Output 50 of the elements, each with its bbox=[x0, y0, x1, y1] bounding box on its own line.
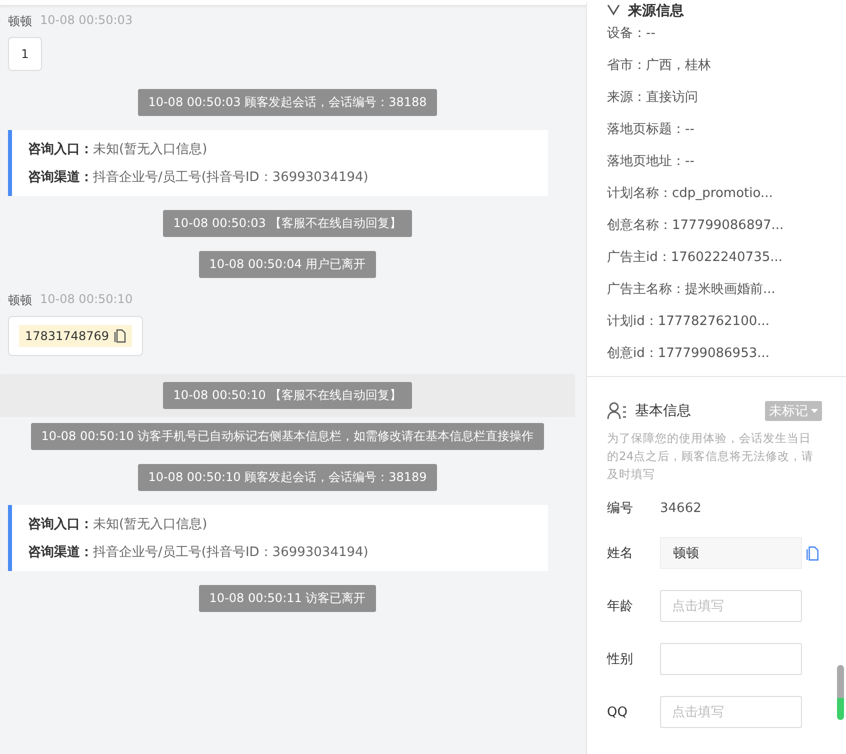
source-info-item: 广告主名称：提米映画婚前... bbox=[607, 281, 776, 299]
sender-name: 顿顿 bbox=[8, 13, 32, 30]
user-list-icon bbox=[607, 402, 627, 420]
name-field[interactable]: 顿顿 bbox=[660, 537, 802, 569]
source-info-item: 省市：广西，桂林 bbox=[607, 57, 712, 75]
message-time: 10-08 00:50:03 bbox=[40, 13, 133, 29]
scroll-indicator bbox=[837, 665, 844, 720]
source-info-item: 创意名称：177799086897... bbox=[607, 217, 785, 235]
field-label: 性别 bbox=[607, 651, 634, 668]
copy-icon[interactable] bbox=[806, 546, 819, 560]
notice-text: 为了保障您的使用体验，会话发生当日的24点之后，顾客信息将无法修改，请及时填写 bbox=[607, 430, 815, 483]
info-value: 未知(暂无入口信息) bbox=[93, 141, 208, 158]
info-label: 咨询渠道： bbox=[28, 544, 93, 561]
input-field[interactable]: 点击填写 bbox=[660, 696, 802, 728]
copy-icon[interactable] bbox=[114, 329, 126, 343]
field-label: 年龄 bbox=[607, 598, 634, 615]
phone-number: 17831748769 bbox=[19, 325, 132, 347]
source-info-item: 计划名称：cdp_promotio... bbox=[607, 185, 774, 203]
field-value: 34662 bbox=[660, 500, 702, 516]
source-info-item: 来源：直接访问 bbox=[607, 89, 699, 107]
caret-icon bbox=[811, 409, 818, 413]
info-label: 咨询入口： bbox=[28, 516, 93, 533]
system-message: 10-08 00:50:03 顾客发起会话，会话编号：38188 bbox=[138, 89, 437, 116]
source-info-item: 落地页标题：-- bbox=[607, 121, 696, 139]
info-value: 未知(暂无入口信息) bbox=[93, 516, 208, 533]
source-info-item: 创意id：177799086953... bbox=[607, 345, 771, 363]
message-bubble: 1 bbox=[8, 37, 42, 71]
message-time: 10-08 00:50:10 bbox=[40, 292, 133, 308]
system-message: 10-08 00:50:10 顾客发起会话，会话编号：38189 bbox=[138, 464, 437, 491]
field-label: QQ bbox=[607, 704, 628, 720]
field-label: 姓名 bbox=[607, 545, 634, 562]
system-message: 10-08 00:50:11 访客已离开 bbox=[199, 585, 376, 612]
section-title: 来源信息 bbox=[628, 4, 684, 18]
source-info-item: 设备：-- bbox=[607, 25, 656, 43]
section-title: 基本信息 bbox=[635, 402, 691, 420]
input-field[interactable] bbox=[660, 643, 802, 675]
sender-name: 顿顿 bbox=[8, 292, 32, 309]
info-value: 抖音企业号/员工号(抖音号ID：36993034194) bbox=[93, 544, 368, 561]
source-info-item: 落地页地址：-- bbox=[607, 153, 696, 171]
system-message: 10-08 00:50:03 【客服不在线自动回复】 bbox=[163, 210, 412, 237]
source-info-item: 广告主id：176022240735... bbox=[607, 249, 784, 267]
system-message: 10-08 00:50:10 【客服不在线自动回复】 bbox=[163, 382, 412, 409]
system-message: 10-08 00:50:04 用户已离开 bbox=[199, 251, 376, 278]
system-message: 10-08 00:50:10 访客手机号已自动标记右侧基本信息栏，如需修改请在基本信息栏直接操作 bbox=[31, 423, 544, 450]
field-label: 编号 bbox=[607, 500, 634, 517]
source-info-item: 计划id：177782762100... bbox=[607, 313, 771, 331]
info-value: 抖音企业号/员工号(抖音号ID：36993034194) bbox=[93, 169, 368, 186]
info-label: 咨询入口： bbox=[28, 140, 93, 158]
input-field[interactable]: 点击填写 bbox=[660, 590, 802, 622]
info-label: 咨询渠道： bbox=[28, 168, 93, 186]
